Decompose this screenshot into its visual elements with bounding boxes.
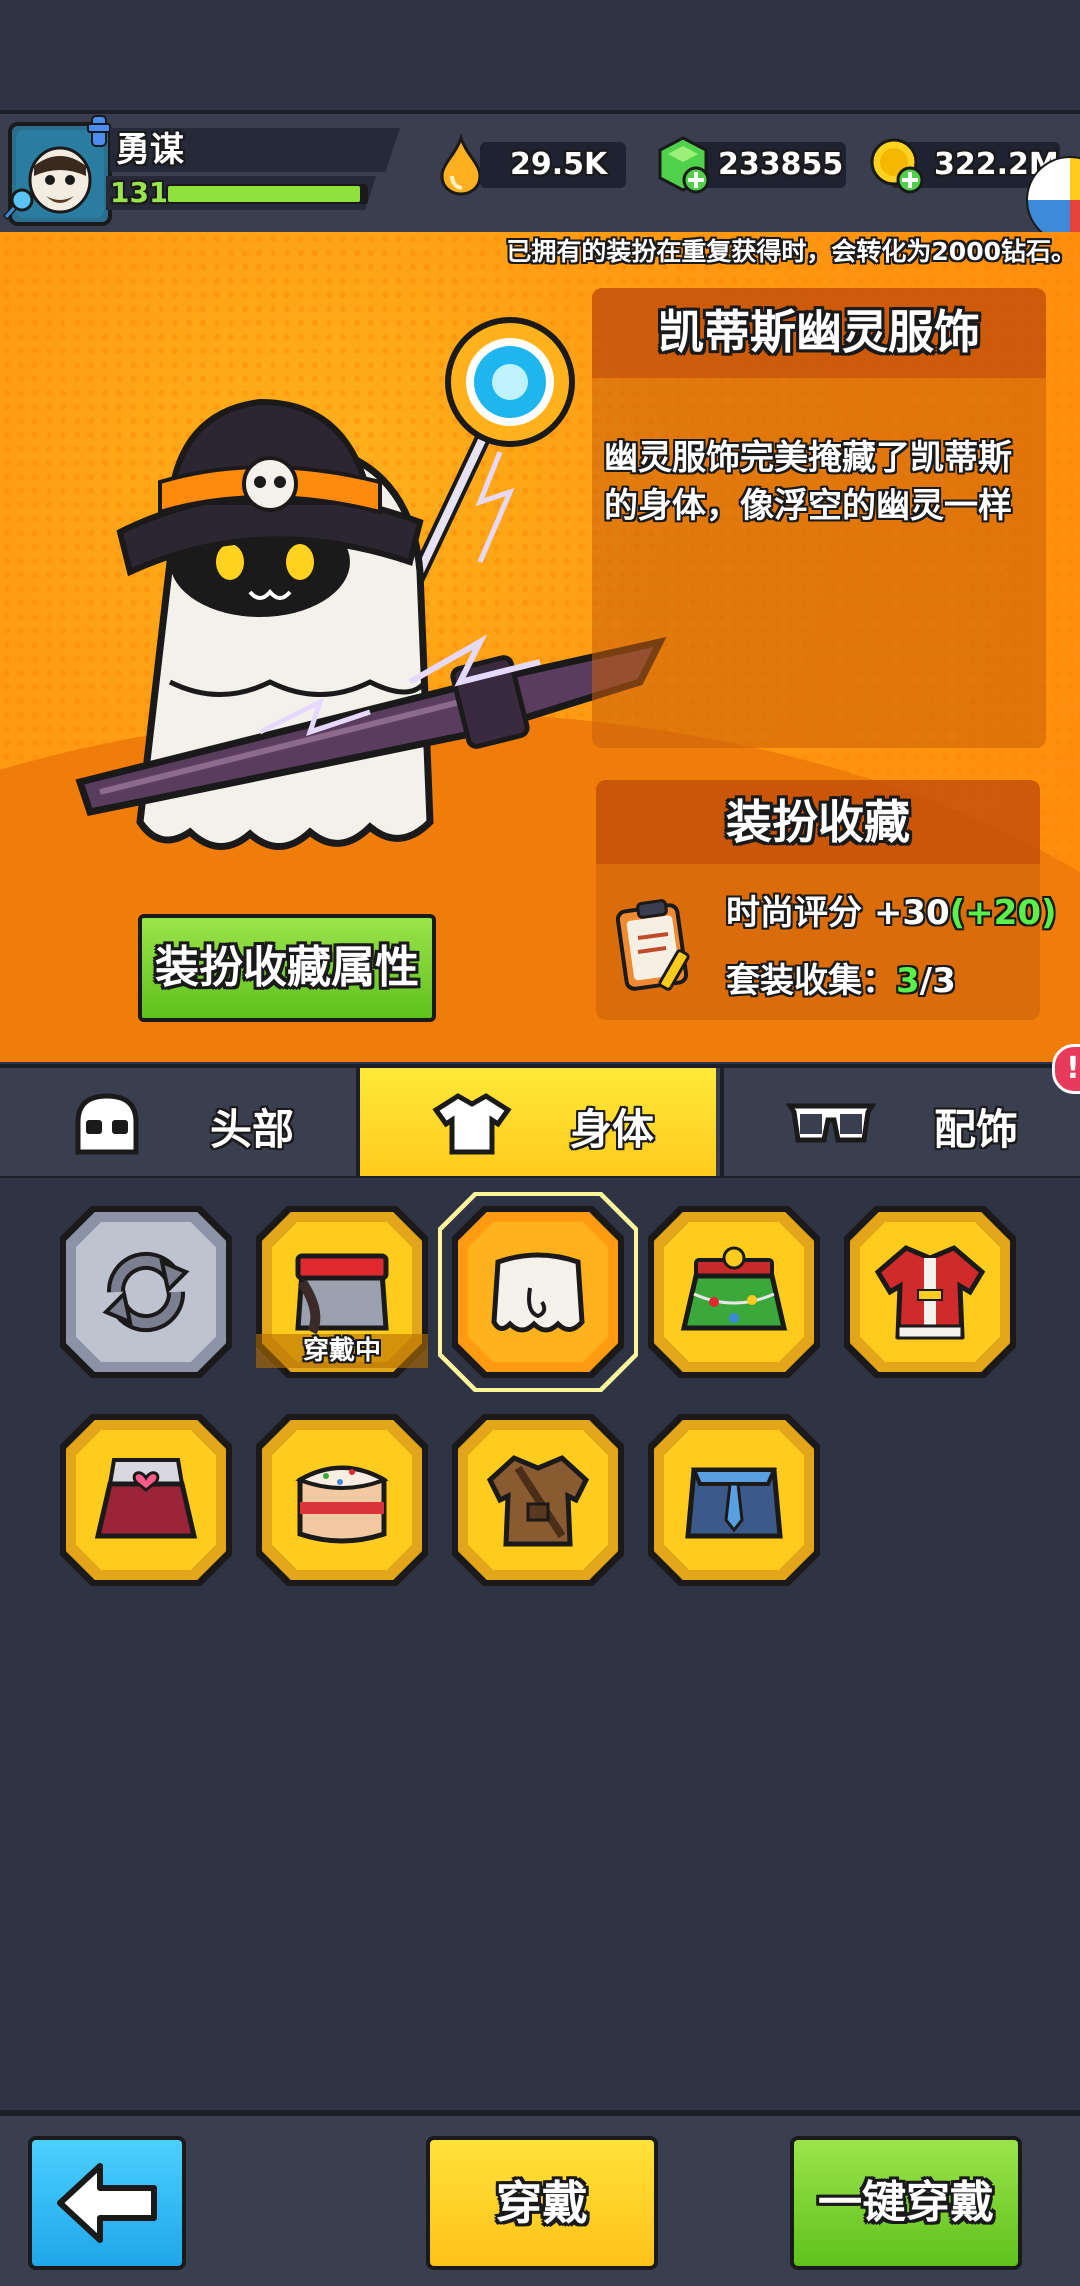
item-description: 幽灵服饰完美掩藏了凯蒂斯的身体，像浮空的幽灵一样: [604, 438, 1012, 526]
outfit-slot-leather-jacket[interactable]: [452, 1414, 624, 1586]
player-name: 勇谋: [116, 130, 184, 170]
outfit-slot-heart-skirt[interactable]: [60, 1414, 232, 1586]
item-title: 凯蒂斯幽灵服饰: [658, 305, 980, 359]
equip-button-label: 穿戴: [496, 2176, 588, 2230]
one-click-equip-label: 一键穿戴: [818, 2177, 994, 2228]
fashion-score: 时尚评分 +30(+20): [726, 888, 1057, 938]
tab-body[interactable]: 身体: [360, 1068, 716, 1176]
set-collection-current: 3: [896, 961, 920, 1001]
clipboard-icon: [614, 894, 700, 994]
helmet-icon: [75, 1093, 139, 1155]
coin-add-icon[interactable]: [866, 134, 928, 196]
outfit-slot-cake[interactable]: [256, 1414, 428, 1586]
fashion-score-label: 时尚评分 +30: [726, 893, 950, 933]
xp-bar: [166, 184, 368, 204]
tab-notification-badge-text: !: [1066, 1051, 1080, 1086]
player-level: 131: [110, 176, 169, 209]
cake-outfit-icon: [295, 1465, 389, 1544]
xp-bar-fill: [168, 186, 360, 202]
reset-icon: [102, 1251, 190, 1333]
blue-suit-icon: [685, 1467, 783, 1539]
outfit-grid: 穿戴中: [0, 1178, 1080, 2108]
tab-body-label: 身体: [570, 1105, 655, 1154]
category-tabs: 头部 身体 配饰 !: [0, 1044, 1080, 1182]
collection-title: 装扮收藏: [726, 795, 910, 849]
one-click-equip-button[interactable]: 一键穿戴: [790, 2136, 1022, 2270]
fashion-score-bonus: (+20): [949, 893, 1057, 933]
avatar-badge-icon: [86, 114, 112, 148]
tab-notification-badge: !: [1052, 1044, 1080, 1094]
outfit-slot-red-sash[interactable]: 穿戴中: [256, 1206, 428, 1378]
set-collection-label: 套装收集：: [726, 961, 896, 1001]
outfit-slot-santa-coat[interactable]: [844, 1206, 1016, 1378]
tab-accessory[interactable]: 配饰: [720, 1068, 1080, 1176]
search-magnifier-icon[interactable]: [2, 186, 38, 222]
outfit-slot-christmas-tree[interactable]: [648, 1206, 820, 1378]
collection-attributes-button[interactable]: 装扮收藏属性: [138, 914, 436, 1022]
ghost-outfit-icon: [491, 1252, 585, 1333]
set-collection: 套装收集：3/3: [726, 956, 956, 1006]
back-button[interactable]: [28, 2136, 186, 2270]
tab-accessory-label: 配饰: [934, 1105, 1019, 1154]
outfit-slot-ghost-selected[interactable]: [438, 1192, 638, 1392]
bottom-bar: 穿戴 一键穿戴: [0, 2110, 1080, 2286]
shirt-icon: [432, 1093, 512, 1155]
leather-jacket-icon: [486, 1455, 590, 1547]
set-collection-total: /3: [919, 961, 956, 1001]
tab-head[interactable]: 头部: [0, 1068, 360, 1176]
oil-icon: [436, 132, 486, 196]
christmas-tree-skirt-icon: [680, 1246, 788, 1331]
outfit-slot-reset[interactable]: [60, 1206, 232, 1378]
outfit-preview-area: 已拥有的装扮在重复获得时，会转化为2000钻石。 凯蒂斯幽灵服饰 幽灵服饰完美掩…: [0, 232, 1080, 1062]
santa-coat-icon: [874, 1245, 986, 1340]
heart-skirt-icon: [94, 1458, 198, 1539]
status-bar-area: [0, 0, 1080, 110]
gem-add-icon[interactable]: [652, 134, 714, 196]
oil-amount: 29.5K: [510, 147, 608, 182]
tab-head-label: 头部: [210, 1105, 295, 1154]
gem-amount: 233855: [718, 147, 844, 182]
back-arrow-icon: [57, 2163, 157, 2243]
glasses-icon: [786, 1103, 876, 1143]
equipped-label: 穿戴中: [256, 1334, 428, 1368]
equip-button[interactable]: 穿戴: [426, 2136, 658, 2270]
collection-attributes-label: 装扮收藏属性: [155, 942, 419, 993]
activity-wheel-icon[interactable]: [1020, 150, 1080, 234]
top-bar: 勇谋 131 29.5K 233855 322.2M: [0, 110, 1080, 236]
outfit-slot-blue-suit[interactable]: [648, 1414, 820, 1586]
